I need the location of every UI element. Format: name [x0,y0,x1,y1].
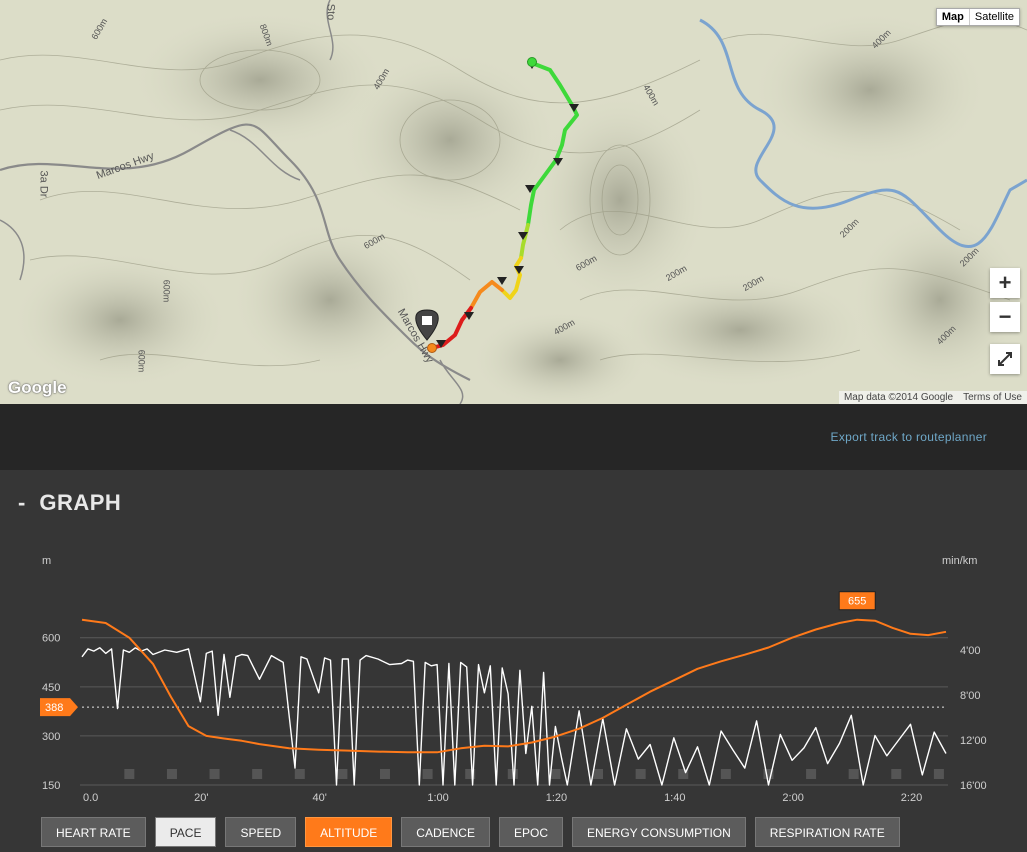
lap-marker [593,769,604,779]
lap-marker [933,769,944,779]
lap-marker [891,769,902,779]
x-tick-label: 2:20 [901,792,922,804]
zoom-out-button[interactable]: − [990,302,1020,332]
track-start-dot [527,57,537,67]
map-attribution: Map data ©2014 Google Terms of Use [838,391,1027,404]
series-line-pace [81,647,947,786]
lap-marker [635,769,646,779]
right-axis-unit: min/km [942,555,977,567]
lap-marker [337,769,348,779]
metric-tabs: HEART RATE PACE SPEED ALTITUDE CADENCE EPOC EN… [41,817,900,847]
expand-icon [998,352,1012,366]
x-tick-label: 1:20 [546,792,567,804]
hill-shade [610,270,870,390]
tab-respiration-rate[interactable]: RESPIRATION RATE [754,817,900,847]
lap-marker [848,769,859,779]
route-map[interactable]: Marcos Hwy Marcos Hwy 3a Dr Sto 600m 800… [0,0,1027,404]
road-label: Sto [324,3,337,21]
contour-label: 600m [161,279,172,303]
x-tick-label: 40' [313,792,327,804]
lap-marker [124,769,135,779]
lap-marker [252,769,263,779]
road [0,219,25,281]
tab-heart-rate[interactable]: HEART RATE [41,817,146,847]
contour-label: 600m [136,349,147,373]
tab-epoc[interactable]: EPOC [498,817,563,847]
x-tick-label: 1:00 [427,792,448,804]
tab-speed[interactable]: SPEED [225,817,297,847]
hill-shade [750,10,990,170]
graph-panel: - GRAPH 600 450 300 150 4'00 8'00 12'00 16'00 m m… [0,470,1027,852]
map-terrain[interactable] [0,0,1027,404]
map-type-control: Map Satellite [935,8,1020,26]
max-marker-label: 655 [848,596,866,608]
lap-marker [550,769,561,779]
lap-marker [806,769,817,779]
google-logo: Google [8,378,67,397]
y-tick-label: 600 [42,633,60,645]
x-tick-label: 1:40 [664,792,685,804]
y2-tick-label: 16'00 [960,780,987,792]
road [439,359,464,404]
lap-marker [166,769,177,779]
hill-shade [340,50,560,230]
left-axis-unit: m [42,555,51,567]
tab-altitude[interactable]: ALTITUDE [305,817,393,847]
y2-tick-label: 12'00 [960,735,987,747]
road-label: 3a Dr [37,170,50,198]
x-tick-label: 0.0 [83,792,98,804]
export-track-link[interactable]: Export track to routeplanner [831,430,987,444]
map-type-satellite-button[interactable]: Satellite [968,9,1019,25]
y2-tick-label: 4'00 [960,645,980,657]
reference-label: 388 [45,702,63,714]
map-data-attribution: Map data ©2014 Google [843,392,954,403]
tab-energy-consumption[interactable]: ENERGY CONSUMPTION [572,817,746,847]
tab-cadence[interactable]: CADENCE [401,817,490,847]
graph-chart[interactable]: 600 450 300 150 4'00 8'00 12'00 16'00 m min/km 0.0… [0,550,1027,810]
lap-marker [422,769,433,779]
collapse-icon[interactable]: - [18,490,25,516]
lap-marker [294,769,305,779]
y-tick-label: 450 [42,682,60,694]
hill-shade [10,250,230,390]
tab-pace[interactable]: PACE [154,817,217,847]
y-tick-label: 300 [42,731,60,743]
zoom-in-button[interactable]: + [990,268,1020,298]
graph-title: GRAPH [39,490,122,515]
lap-marker [720,769,731,779]
lap-marker [379,769,390,779]
fullscreen-button[interactable] [990,344,1020,374]
terms-of-use-link[interactable]: Terms of Use [958,391,1027,404]
y-tick-label: 150 [42,780,60,792]
map-type-map-button[interactable]: Map [937,9,969,25]
graph-header: - GRAPH [18,490,121,516]
series-line-altitude [81,618,947,754]
lap-marker [209,769,220,779]
x-tick-label: 2:00 [782,792,803,804]
hill-shade [230,220,430,380]
export-bar: Export track to routeplanner [0,404,1027,470]
y2-tick-label: 8'00 [960,690,980,702]
x-tick-label: 20' [194,792,208,804]
